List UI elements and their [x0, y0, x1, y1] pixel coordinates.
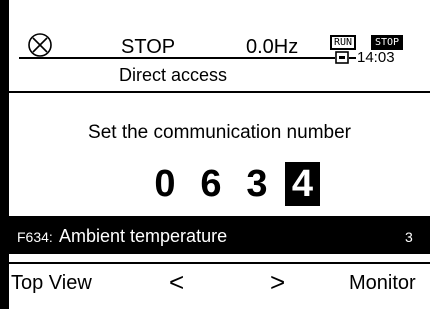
prev-arrow-softkey[interactable]: <: [169, 267, 184, 298]
memory-card-icon: [335, 51, 349, 64]
parameter-code: F634:: [17, 229, 53, 245]
digit-3[interactable]: 3: [242, 162, 272, 206]
circle-x-icon: [28, 33, 52, 57]
status-divider: [19, 57, 324, 59]
digit-1[interactable]: 0: [150, 162, 180, 206]
mode-stop-indicator: STOP: [371, 35, 404, 50]
status-divider-right: [324, 57, 335, 59]
monitor-softkey[interactable]: Monitor: [349, 272, 416, 295]
mode-run-indicator: RUN: [330, 35, 357, 50]
softkey-divider: [9, 262, 430, 264]
next-arrow-softkey[interactable]: >: [270, 267, 285, 298]
title-divider: [9, 91, 430, 93]
digit-2[interactable]: 6: [196, 162, 226, 206]
status-divider-right2: [349, 57, 356, 59]
parameter-bar: F634: Ambient temperature 3: [9, 216, 430, 254]
parameter-value: 3: [405, 229, 413, 245]
parameter-name: Ambient temperature: [59, 226, 228, 246]
digit-4-selected[interactable]: 4: [285, 162, 320, 206]
top-view-softkey[interactable]: Top View: [11, 272, 92, 295]
frequency-readout: 0.0Hz: [246, 36, 299, 58]
clock: 14:03: [357, 49, 395, 66]
prompt-text: Set the communication number: [88, 122, 351, 143]
page-title: Direct access: [118, 65, 228, 85]
lcd-screen: STOP 0.0Hz RUN STOP 14:03 Direct access …: [9, 0, 430, 309]
run-state: STOP: [121, 36, 176, 58]
